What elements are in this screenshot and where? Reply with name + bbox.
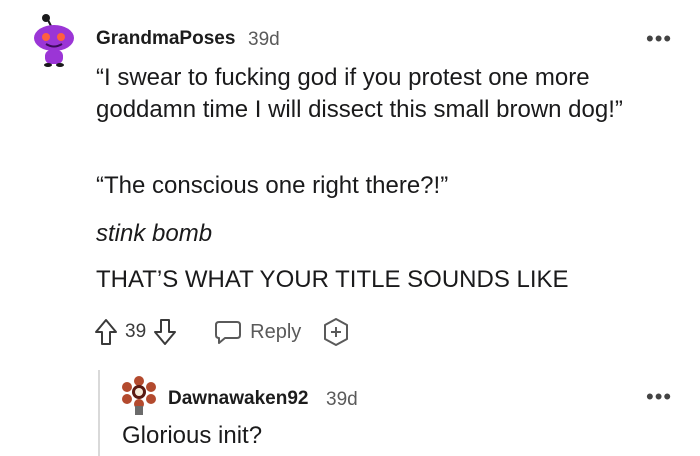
- reply-username[interactable]: Dawnawaken92: [168, 388, 308, 410]
- thread-line[interactable]: [98, 370, 100, 456]
- reply-button[interactable]: Reply: [214, 319, 301, 345]
- award-add-icon[interactable]: [321, 317, 351, 347]
- vote-count: 39: [125, 321, 147, 342]
- reply-age: 39d: [326, 389, 358, 410]
- snoo-avatar-icon: [34, 14, 74, 67]
- reply-bubble-icon: [214, 319, 242, 345]
- comment-paragraph: “I swear to fucking god if you protest o…: [96, 64, 623, 123]
- comment-username[interactable]: GrandmaPoses: [96, 28, 235, 50]
- avatar[interactable]: [120, 376, 158, 416]
- more-options-icon[interactable]: •••: [646, 28, 672, 50]
- reply-text: Glorious init?: [122, 422, 263, 449]
- comment-paragraph: stink bomb: [96, 220, 213, 247]
- downvote-icon[interactable]: [152, 317, 178, 347]
- comment-age: 39d: [248, 29, 280, 50]
- comment-paragraph: “The conscious one right there?!”: [96, 172, 449, 199]
- demogorgon-avatar-icon: [122, 376, 156, 415]
- more-options-icon[interactable]: •••: [646, 386, 672, 408]
- avatar[interactable]: [28, 12, 80, 68]
- reply-label: Reply: [250, 320, 302, 343]
- upvote-icon[interactable]: [93, 317, 119, 347]
- comment-actions: 39 Reply: [93, 314, 351, 350]
- comment-paragraph: THAT’S WHAT YOUR TITLE SOUNDS LIKE: [96, 266, 569, 293]
